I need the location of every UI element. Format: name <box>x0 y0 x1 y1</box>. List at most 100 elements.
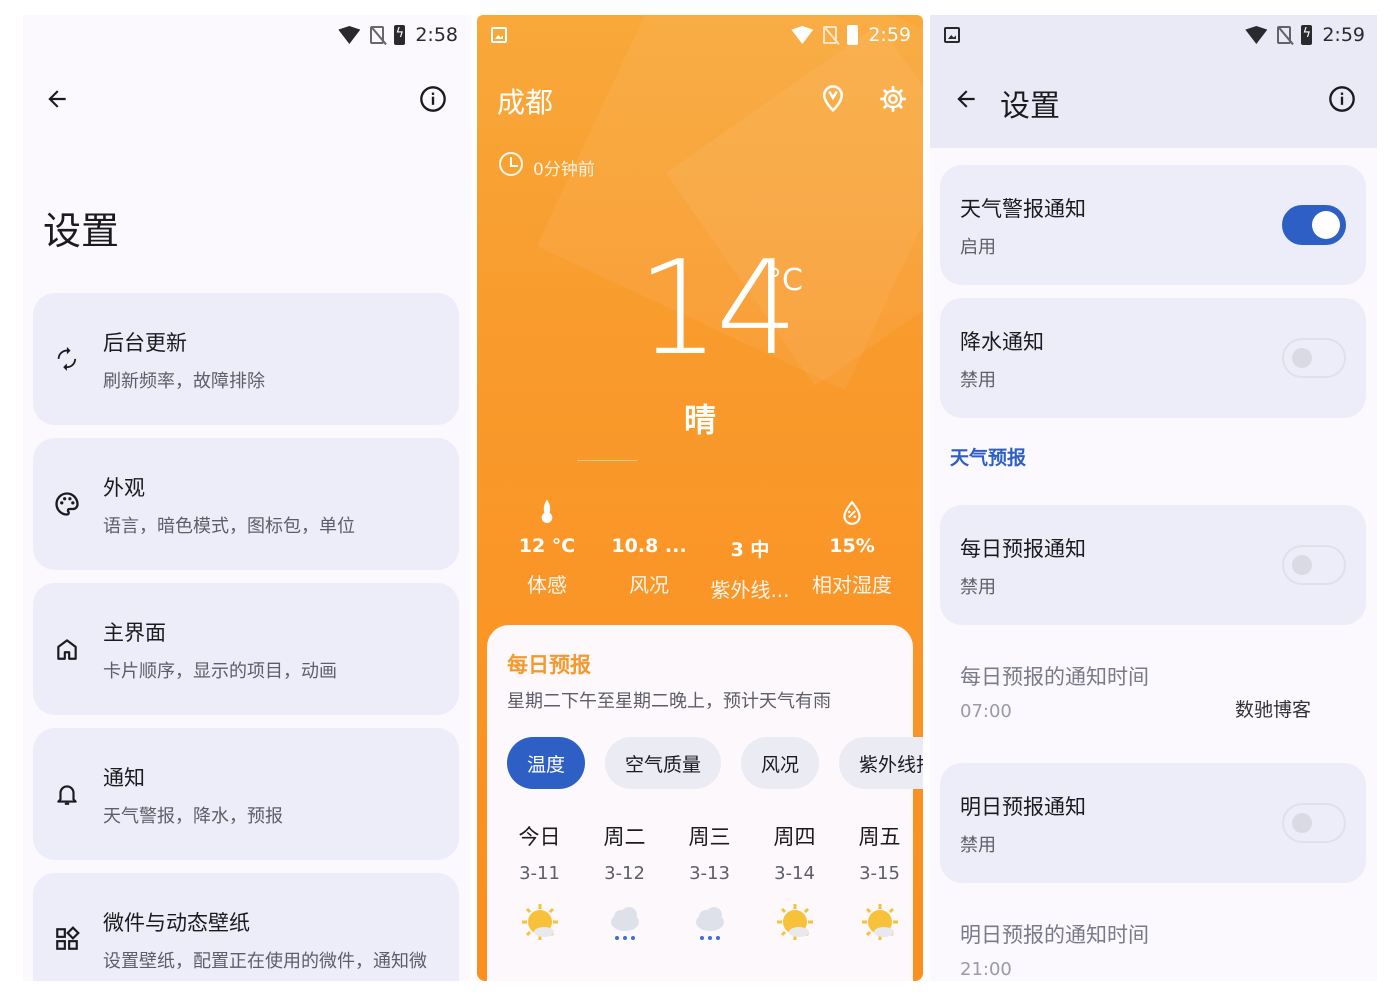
back-button[interactable] <box>946 79 986 119</box>
gallery-notification-icon <box>944 27 960 43</box>
chip-wind[interactable]: 风况 <box>741 737 820 789</box>
card-title: 后台更新 <box>103 331 187 355</box>
arrow-left-icon <box>957 90 975 108</box>
forecast-day[interactable]: 周二 3-12 <box>582 821 667 954</box>
settings-card-notifications[interactable]: 通知 天气警报，降水，预报 <box>33 728 459 860</box>
city-name[interactable]: 成都 <box>497 81 553 121</box>
daily-forecast-toggle[interactable] <box>1282 545 1346 585</box>
info-icon <box>420 86 446 112</box>
forecast-title: 每日预报 <box>507 653 591 677</box>
forecast-description: 星期二下午至星期二晚上，预计天气有雨 <box>507 691 831 712</box>
stat-label: 相对湿度 <box>812 573 892 597</box>
wifi-icon <box>791 26 814 44</box>
forecast-day[interactable]: 周五 3-15 <box>837 821 922 954</box>
status-bar: 2:59 <box>930 15 1377 55</box>
notification-settings-screen: 2:59 设置 天气警报通知 启用 降水通知 禁用 天气预报 每日预报通知 禁用… <box>930 15 1377 981</box>
day-name: 周四 <box>773 825 816 849</box>
card-subtitle: 卡片顺序，显示的项目，动画 <box>103 661 337 682</box>
widgets-icon <box>51 919 83 959</box>
rain-icon <box>667 894 752 954</box>
no-sim-icon <box>1277 26 1292 44</box>
stat-label: 紫外线... <box>710 578 790 602</box>
weather-condition: 晴 <box>683 401 716 439</box>
no-sim-icon <box>370 26 385 44</box>
sun-cloud-icon <box>752 894 837 954</box>
chip-air-quality[interactable]: 空气质量 <box>605 737 722 789</box>
day-name: 周三 <box>688 825 731 849</box>
location-pin-icon <box>822 85 844 112</box>
battery-icon <box>847 25 859 45</box>
arrow-left-icon <box>48 90 66 108</box>
section-header: 天气预报 <box>950 447 1027 469</box>
temperature-unit: °C <box>767 263 803 298</box>
settings-card-main-screen[interactable]: 主界面 卡片顺序，显示的项目，动画 <box>33 583 459 715</box>
stat-wind[interactable]: 10.8 ... 风况 <box>599 495 699 598</box>
thermometer-icon <box>497 495 597 531</box>
day-name: 周二 <box>603 825 646 849</box>
forecast-days: 今日 3-11 周二 3-12 周三 3-13 周四 3-14 周五 3-15 <box>497 821 922 954</box>
setting-tomorrow-forecast[interactable]: 明日预报通知 禁用 <box>940 763 1366 883</box>
setting-tomorrow-forecast-time[interactable]: 明日预报的通知时间 21:00 <box>940 891 1366 981</box>
no-sim-icon <box>823 26 838 44</box>
forecast-day[interactable]: 周三 3-13 <box>667 821 752 954</box>
setting-title: 天气警报通知 <box>960 197 1086 221</box>
wifi-icon <box>338 26 361 44</box>
watermark: 数驰博客 <box>1235 699 1312 721</box>
stat-label: 体感 <box>527 573 567 597</box>
card-subtitle: 设置壁纸，配置正在使用的微件，通知微 <box>103 951 427 972</box>
chip-uv[interactable]: 紫外线指 <box>839 737 923 789</box>
wifi-icon <box>1245 26 1268 44</box>
setting-title: 明日预报通知 <box>960 795 1086 819</box>
stat-value: 3 中 <box>730 539 770 561</box>
day-date: 3-13 <box>689 863 730 884</box>
setting-status: 禁用 <box>960 577 996 598</box>
location-button[interactable] <box>813 79 853 119</box>
chip-temperature[interactable]: 温度 <box>507 737 586 789</box>
card-title: 微件与动态壁纸 <box>103 911 250 935</box>
card-subtitle: 天气警报，降水，预报 <box>103 806 283 827</box>
card-title: 主界面 <box>103 621 166 645</box>
toggle-knob <box>1292 813 1312 833</box>
stat-feels-like[interactable]: 12 °C 体感 <box>497 495 597 598</box>
battery-icon <box>394 25 406 45</box>
weather-alert-toggle[interactable] <box>1282 205 1346 245</box>
home-icon <box>51 629 83 669</box>
back-button[interactable] <box>37 79 77 119</box>
card-title: 外观 <box>103 476 145 500</box>
rain-icon <box>582 894 667 954</box>
setting-status: 禁用 <box>960 370 996 391</box>
daily-forecast-card: 每日预报 星期二下午至星期二晚上，预计天气有雨 温度 空气质量 风况 紫外线指 … <box>487 625 923 981</box>
settings-card-background-update[interactable]: 后台更新 刷新频率，故障排除 <box>33 293 459 425</box>
settings-card-widgets[interactable]: 微件与动态壁纸 设置壁纸，配置正在使用的微件，通知微 <box>33 873 459 981</box>
weather-screen: 2:59 成都 0分钟前 14 °C 晴 12 °C 体感 10.8 ... 风… <box>477 15 923 981</box>
status-bar: 2:58 <box>23 15 470 55</box>
info-button[interactable] <box>1322 79 1362 119</box>
setting-daily-forecast[interactable]: 每日预报通知 禁用 <box>940 505 1366 625</box>
stat-humidity[interactable]: 15% 相对湿度 <box>802 495 902 598</box>
day-name: 周五 <box>858 825 901 849</box>
clock-icon <box>499 152 523 176</box>
setting-status: 禁用 <box>960 835 996 856</box>
stat-value: 10.8 ... <box>611 535 687 557</box>
uv-icon <box>700 495 800 531</box>
tomorrow-forecast-toggle[interactable] <box>1282 803 1346 843</box>
settings-button[interactable] <box>873 79 913 119</box>
forecast-chip-group: 温度 空气质量 风况 紫外线指 <box>507 737 923 789</box>
setting-title: 明日预报的通知时间 <box>960 923 1149 947</box>
precipitation-toggle[interactable] <box>1282 338 1346 378</box>
day-date: 3-12 <box>604 863 645 884</box>
forecast-day[interactable]: 今日 3-11 <box>497 821 582 954</box>
card-title: 通知 <box>103 766 145 790</box>
forecast-day[interactable]: 周四 3-14 <box>752 821 837 954</box>
setting-precipitation[interactable]: 降水通知 禁用 <box>940 298 1366 418</box>
setting-daily-forecast-time[interactable]: 每日预报的通知时间 07:00 <box>940 633 1366 743</box>
status-time: 2:59 <box>868 24 911 46</box>
sun-cloud-icon <box>497 894 582 954</box>
page-title: 设置 <box>1000 89 1060 124</box>
day-date: 3-14 <box>774 863 815 884</box>
settings-card-appearance[interactable]: 外观 语言，暗色模式，图标包，单位 <box>33 438 459 570</box>
stat-uv[interactable]: 3 中 紫外线... <box>700 495 800 603</box>
sun-cloud-icon <box>837 894 922 954</box>
info-button[interactable] <box>413 79 453 119</box>
setting-weather-alert[interactable]: 天气警报通知 启用 <box>940 165 1366 285</box>
